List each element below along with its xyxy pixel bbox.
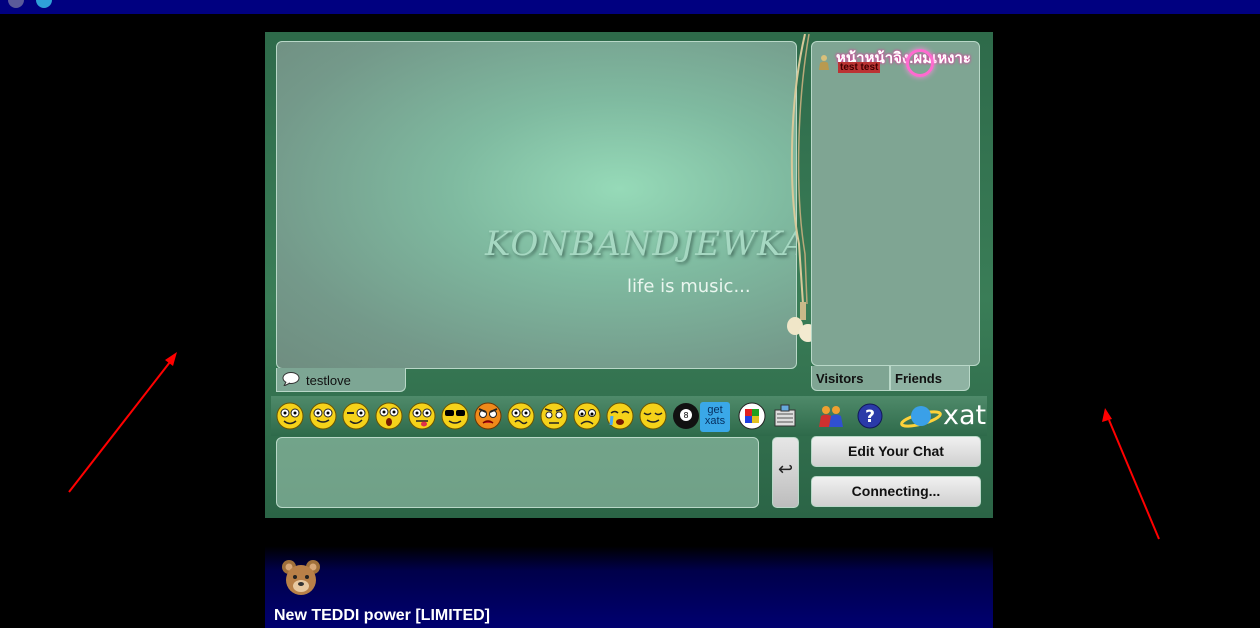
- xat-logo[interactable]: xat: [899, 400, 989, 432]
- tab-main-chat-label: testlove: [306, 373, 351, 388]
- user-list-item[interactable]: หน้าหน้าจิง.ผมเหงาะ test test: [816, 44, 982, 77]
- message-input[interactable]: [276, 437, 759, 508]
- sound-machine-icon[interactable]: [770, 401, 800, 431]
- smiley-crying-icon[interactable]: [605, 401, 635, 431]
- edit-your-chat-button[interactable]: Edit Your Chat: [811, 436, 981, 467]
- speech-bubble-icon: [282, 372, 300, 386]
- top-nav-bar: [0, 0, 1260, 14]
- page: KONBANDJEWKAN life is music... testlove: [0, 0, 1260, 628]
- xat-planet-icon: [900, 406, 942, 428]
- background-subtitle: life is music...: [627, 276, 751, 297]
- connecting-button[interactable]: Connecting...: [811, 476, 981, 507]
- smiley-happy-icon[interactable]: [308, 401, 338, 431]
- get-xats-button[interactable]: get xats: [700, 402, 730, 432]
- user-list-pane: หน้าหน้าจิง.ผมเหงาะ test test: [811, 41, 980, 366]
- background-title: KONBANDJEWKAN: [485, 224, 796, 264]
- site-logo-icon[interactable]: [8, 0, 24, 8]
- tab-visitors[interactable]: Visitors: [811, 366, 890, 391]
- send-button[interactable]: ↩: [772, 437, 799, 508]
- smiley-bar: 8 get xats ? xat: [271, 396, 987, 436]
- message-pane[interactable]: KONBANDJEWKAN life is music...: [276, 41, 797, 369]
- user-status: test test: [838, 62, 881, 73]
- smiley-surprised-icon[interactable]: [374, 401, 404, 431]
- tab-main-chat[interactable]: testlove: [276, 368, 406, 392]
- xat-logo-text: xat: [943, 400, 987, 431]
- site-globe-icon[interactable]: [36, 0, 52, 8]
- help-icon[interactable]: ?: [855, 401, 885, 431]
- promo-banner: New TEDDI power [LIMITED]: [265, 546, 993, 628]
- user-avatar-ring-icon: [906, 49, 934, 77]
- smiley-worried-icon[interactable]: [539, 401, 569, 431]
- group-users-icon[interactable]: [816, 401, 846, 431]
- smiley-tongue-icon[interactable]: [407, 401, 437, 431]
- smiley-cool-icon[interactable]: [440, 401, 470, 431]
- promo-title: New TEDDI power [LIMITED]: [274, 607, 490, 624]
- annotation-arrow-left: [68, 352, 177, 493]
- eight-ball-icon[interactable]: 8: [671, 401, 701, 431]
- smiley-wink-icon[interactable]: [341, 401, 371, 431]
- svg-text:?: ?: [865, 407, 875, 427]
- earphone-decoration-icon: [787, 34, 813, 342]
- smiley-angry-icon[interactable]: [473, 401, 503, 431]
- xat-chat-box: KONBANDJEWKAN life is music... testlove: [265, 32, 993, 518]
- teddy-bear-icon[interactable]: [279, 558, 323, 600]
- smiley-smile-icon[interactable]: [275, 401, 305, 431]
- smiley-confused-icon[interactable]: [506, 401, 536, 431]
- annotation-arrow-right: [1102, 408, 1160, 540]
- svg-text:8: 8: [683, 411, 688, 420]
- color-picker-icon[interactable]: [737, 401, 767, 431]
- smiley-content-icon[interactable]: [638, 401, 668, 431]
- smiley-sad-icon[interactable]: [572, 401, 602, 431]
- tab-friends[interactable]: Friends: [890, 366, 970, 391]
- user-person-icon: [819, 55, 829, 70]
